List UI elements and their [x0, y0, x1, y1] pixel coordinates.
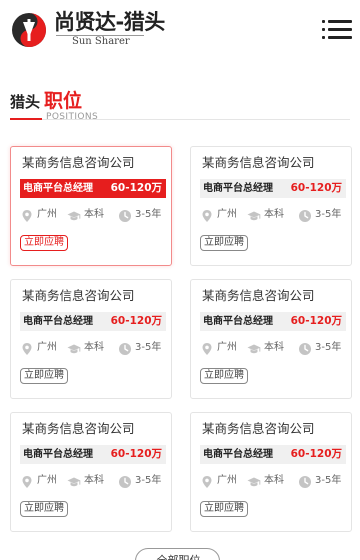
job-title-bar: 电商平台总经理 60-120万	[200, 179, 346, 198]
company-name: 某商务信息咨询公司	[22, 155, 135, 170]
graduation-cap-icon	[247, 341, 261, 355]
company-name: 某商务信息咨询公司	[202, 421, 315, 436]
company-name: 某商务信息咨询公司	[22, 421, 135, 436]
job-title: 电商平台总经理	[203, 316, 273, 327]
apply-button[interactable]: 立即应聘	[20, 368, 68, 384]
experience-text: 3-5年	[315, 342, 342, 353]
experience-text: 3-5年	[315, 475, 342, 486]
all-positions-label: 全部职位	[136, 549, 221, 560]
education-text: 本科	[264, 209, 284, 220]
education-text: 本科	[84, 475, 104, 486]
experience-text: 3-5年	[135, 342, 162, 353]
clock-icon	[298, 208, 312, 222]
section-header: 猎头 职位 POSITIONS	[10, 86, 350, 126]
clock-icon	[118, 208, 132, 222]
experience-text: 3-5年	[135, 475, 162, 486]
location-text: 广州	[37, 475, 57, 486]
location-text: 广州	[217, 475, 237, 486]
job-title-bar: 电商平台总经理 60-120万	[200, 312, 346, 331]
graduation-cap-icon	[247, 474, 261, 488]
location-pin-icon	[200, 208, 214, 222]
job-title: 电商平台总经理	[23, 449, 93, 460]
graduation-cap-icon	[247, 208, 261, 222]
salary: 60-120万	[110, 448, 162, 460]
graduation-cap-icon	[67, 208, 81, 222]
clock-icon	[118, 341, 132, 355]
apply-button[interactable]: 立即应聘	[200, 235, 248, 251]
job-card[interactable]: 某商务信息咨询公司电商平台总经理 60-120万广州 本科 3-5年立即应聘	[190, 412, 352, 532]
job-title: 电商平台总经理	[23, 316, 93, 327]
salary: 60-120万	[290, 315, 342, 327]
logo[interactable]: 尚贤达-猎头 Sun Sharer	[10, 8, 165, 52]
clock-icon	[118, 474, 132, 488]
apply-button[interactable]: 立即应聘	[200, 501, 248, 517]
location-pin-icon	[20, 341, 34, 355]
job-card[interactable]: 某商务信息咨询公司电商平台总经理 60-120万广州 本科 3-5年立即应聘	[10, 279, 172, 399]
job-title: 电商平台总经理	[203, 183, 273, 194]
salary: 60-120万	[290, 448, 342, 460]
education-text: 本科	[84, 209, 104, 220]
experience-text: 3-5年	[135, 209, 162, 220]
experience-text: 3-5年	[315, 209, 342, 220]
apply-button[interactable]: 立即应聘	[20, 501, 68, 517]
job-card[interactable]: 某商务信息咨询公司电商平台总经理 60-120万广州 本科 3-5年立即应聘	[190, 279, 352, 399]
education-text: 本科	[84, 342, 104, 353]
location-pin-icon	[20, 474, 34, 488]
location-text: 广州	[37, 342, 57, 353]
brand-name: 尚贤达-猎头	[54, 10, 165, 34]
education-text: 本科	[264, 475, 284, 486]
location-pin-icon	[20, 208, 34, 222]
clock-icon	[298, 474, 312, 488]
section-accent-bar	[10, 118, 42, 120]
clock-icon	[298, 341, 312, 355]
salary: 60-120万	[290, 182, 342, 194]
hamburger-menu-icon[interactable]	[322, 16, 352, 42]
job-title-bar: 电商平台总经理 60-120万	[20, 179, 166, 198]
location-text: 广州	[37, 209, 57, 220]
job-title-bar: 电商平台总经理 60-120万	[200, 445, 346, 464]
job-card[interactable]: 某商务信息咨询公司电商平台总经理 60-120万广州 本科 3-5年立即应聘	[10, 412, 172, 532]
graduation-cap-icon	[67, 474, 81, 488]
salary: 60-120万	[110, 315, 162, 327]
site-header: 尚贤达-猎头 Sun Sharer	[0, 0, 360, 60]
graduation-cap-icon	[67, 341, 81, 355]
job-card[interactable]: 某商务信息咨询公司电商平台总经理 60-120万广州 本科 3-5年立即应聘	[10, 146, 172, 266]
job-title: 电商平台总经理	[23, 183, 93, 194]
section-title-main: 职位	[44, 90, 83, 112]
location-pin-icon	[200, 341, 214, 355]
apply-button[interactable]: 立即应聘	[20, 235, 68, 251]
location-pin-icon	[200, 474, 214, 488]
company-name: 某商务信息咨询公司	[202, 155, 315, 170]
job-title-bar: 电商平台总经理 60-120万	[20, 445, 166, 464]
salary: 60-120万	[110, 182, 162, 194]
all-positions-button[interactable]: 全部职位	[135, 548, 220, 560]
location-text: 广州	[217, 342, 237, 353]
section-subtitle: POSITIONS	[46, 112, 99, 122]
company-name: 某商务信息咨询公司	[22, 288, 135, 303]
logo-mark-icon	[12, 13, 46, 47]
job-card[interactable]: 某商务信息咨询公司电商平台总经理 60-120万广州 本科 3-5年立即应聘	[190, 146, 352, 266]
apply-button[interactable]: 立即应聘	[200, 368, 248, 384]
brand-slogan: Sun Sharer	[72, 36, 130, 47]
education-text: 本科	[264, 342, 284, 353]
company-name: 某商务信息咨询公司	[202, 288, 315, 303]
location-text: 广州	[217, 209, 237, 220]
job-title: 电商平台总经理	[203, 449, 273, 460]
section-title-prefix: 猎头	[10, 93, 41, 111]
job-title-bar: 电商平台总经理 60-120万	[20, 312, 166, 331]
